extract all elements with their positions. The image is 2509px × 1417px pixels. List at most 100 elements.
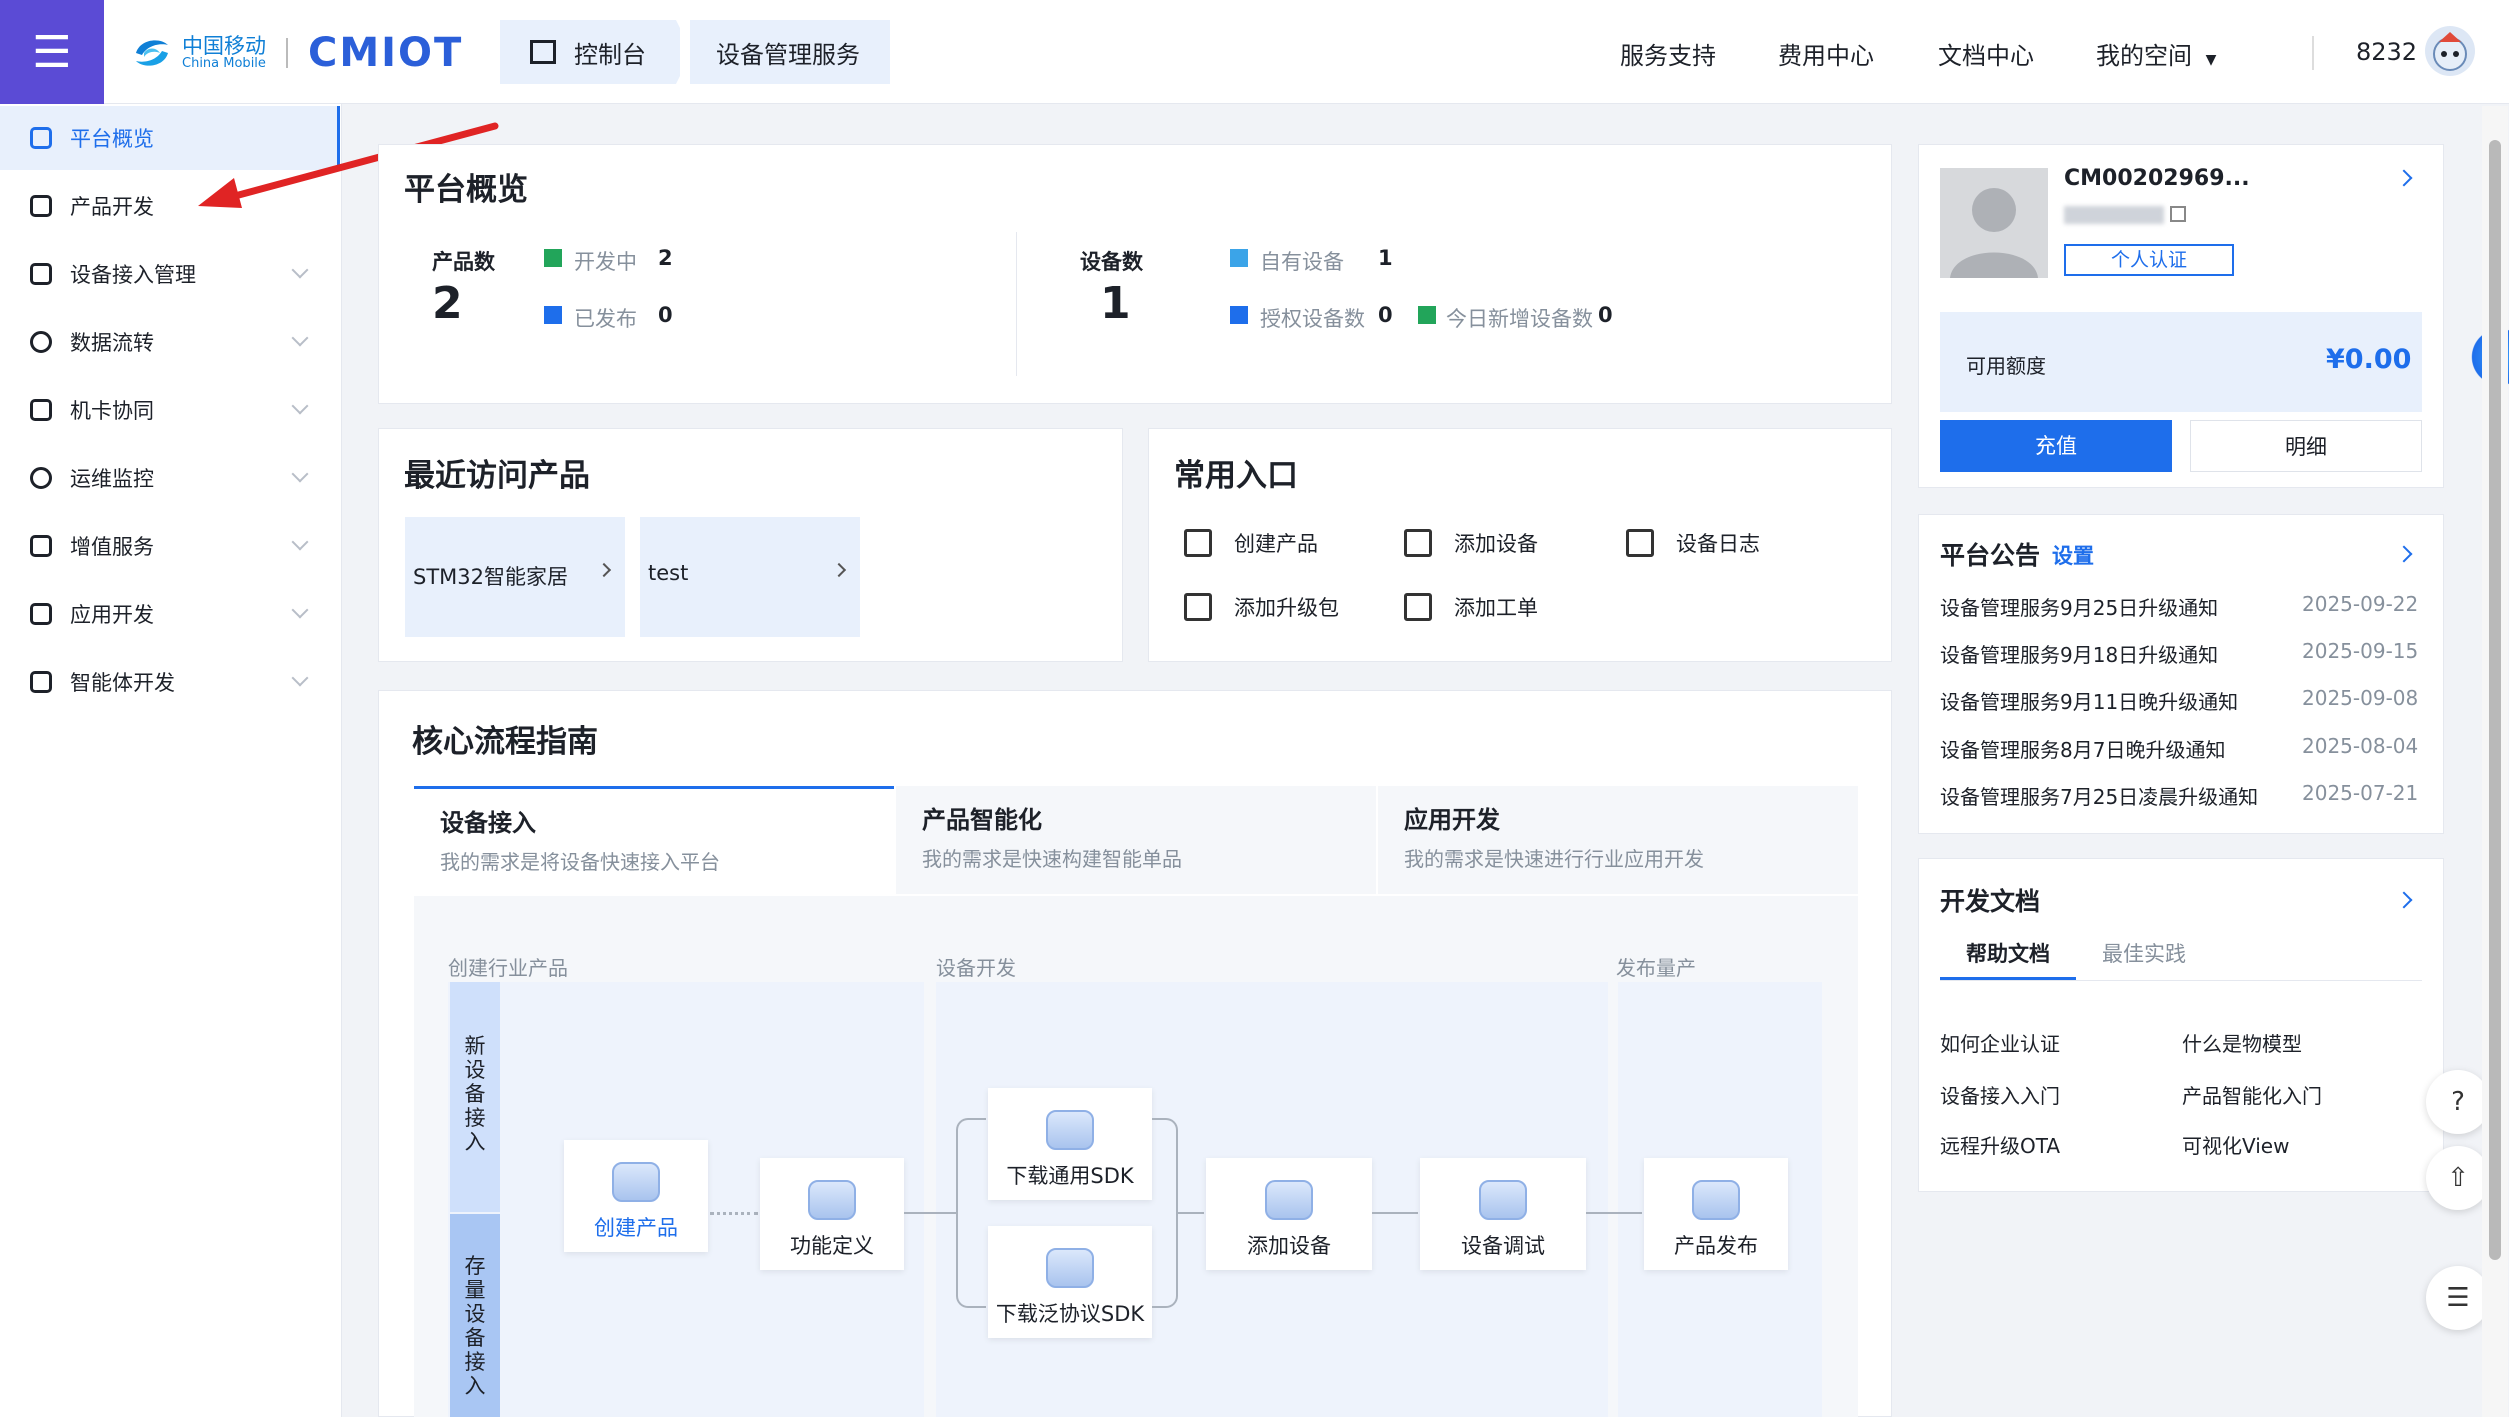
sidebar-item-label: 平台概览: [70, 127, 154, 151]
today-device-icon: [1418, 306, 1436, 324]
flow-arrow: [904, 1212, 956, 1214]
doc-link[interactable]: 远程升级OTA: [1940, 1130, 2060, 1159]
user-avatar[interactable]: [2425, 26, 2475, 76]
breadcrumb-device-service-label: 设备管理服务: [716, 40, 860, 69]
notice-item[interactable]: 设备管理服务8月7日晚升级通知: [1940, 734, 2225, 763]
robot-avatar-icon: [2433, 32, 2467, 71]
send-icon: [30, 535, 52, 557]
list-icon: ☰: [2446, 1283, 2470, 1313]
tab-title: 应用开发: [1404, 806, 1500, 834]
node-label: 添加设备: [1247, 1234, 1331, 1258]
flow-arrow: [1178, 1212, 1204, 1214]
published-count: 0: [658, 303, 673, 327]
sidebar-item-data-flow[interactable]: 数据流转: [0, 310, 340, 374]
chevron-right-icon: [596, 562, 612, 578]
copy-icon[interactable]: [2170, 206, 2186, 222]
sidebar-item-ops-monitor[interactable]: 运维监控: [0, 446, 340, 510]
nav-docs[interactable]: 文档中心: [1938, 36, 2034, 71]
tab-app-dev[interactable]: 应用开发我的需求是快速进行行业应用开发: [1378, 786, 1858, 894]
sidebar-item-app-dev[interactable]: 应用开发: [0, 582, 340, 646]
doc-link[interactable]: 设备接入入门: [1940, 1080, 2060, 1109]
verify-button[interactable]: 个人认证: [2064, 244, 2234, 276]
auth-device-icon: [1230, 306, 1248, 324]
doc-link[interactable]: 产品智能化入门: [2182, 1080, 2322, 1109]
nav-service-support[interactable]: 服务支持: [1620, 36, 1716, 71]
scrollbar[interactable]: [2482, 106, 2508, 1417]
menu-icon[interactable]: ☰: [0, 0, 104, 104]
entry-add-device[interactable]: 添加设备: [1404, 528, 1538, 558]
breadcrumb-console-label: 控制台: [574, 40, 646, 69]
user-silhouette-icon: [1950, 188, 2038, 278]
entry-add-ticket[interactable]: 添加工单: [1404, 592, 1538, 622]
published-icon: [544, 306, 562, 324]
doc-link[interactable]: 可视化View: [2182, 1130, 2289, 1159]
chevron-down-icon: [291, 601, 309, 619]
detail-button[interactable]: 明细: [2190, 420, 2422, 472]
sdk-icon: [1046, 1110, 1094, 1150]
brand-logo[interactable]: 中国移动 China Mobile CMIOT: [130, 28, 463, 78]
nav-my-space-label: 我的空间: [2096, 42, 2192, 70]
up-arrow-icon: ⇧: [2447, 1163, 2469, 1193]
notice-item[interactable]: 设备管理服务9月11日晚升级通知: [1940, 686, 2238, 715]
tab-device-access[interactable]: 设备接入我的需求是将设备快速接入平台: [414, 786, 894, 894]
help-button[interactable]: ?: [2426, 1070, 2490, 1134]
product-count: 2: [432, 278, 463, 329]
overview-divider: [1016, 232, 1017, 376]
tab-sub: 我的需求是快速进行行业应用开发: [1404, 847, 1704, 871]
tab-title: 产品智能化: [922, 806, 1042, 834]
own-device-label: 自有设备: [1260, 250, 1344, 274]
sidebar-item-value-added[interactable]: 增值服务: [0, 514, 340, 578]
clipboard-icon: [1404, 593, 1432, 621]
recent-products-title: 最近访问产品: [404, 458, 590, 494]
docs-tab-help[interactable]: 帮助文档: [1940, 938, 2076, 980]
scrollbar-thumb[interactable]: [2489, 140, 2501, 1260]
feedback-button[interactable]: ☰: [2426, 1266, 2490, 1330]
recent-product-item[interactable]: STM32智能家居: [405, 517, 625, 637]
back-top-button[interactable]: ⇧: [2426, 1146, 2490, 1210]
node-device-debug[interactable]: 设备调试: [1420, 1158, 1586, 1270]
nav-my-space[interactable]: 我的空间 ▼: [2096, 36, 2216, 71]
doc-link[interactable]: 如何企业认证: [1940, 1028, 2060, 1057]
tab-product-smart[interactable]: 产品智能化 我的需求是快速构建智能单品: [896, 786, 1376, 894]
node-add-device[interactable]: 添加设备: [1206, 1158, 1372, 1270]
node-product-release[interactable]: 产品发布: [1644, 1158, 1788, 1270]
recent-product-item[interactable]: test: [640, 517, 860, 637]
device-add-icon: [1404, 529, 1432, 557]
app-icon: [30, 603, 52, 625]
tab-title: 设备接入: [440, 809, 536, 837]
recharge-button[interactable]: 充值: [1940, 420, 2172, 472]
node-create-product[interactable]: 创建产品: [564, 1140, 708, 1252]
sidebar-item-label: 应用开发: [70, 603, 154, 627]
chevron-down-icon: [291, 465, 309, 483]
notice-item[interactable]: 设备管理服务9月25日升级通知: [1940, 592, 2218, 621]
account-avatar: [1940, 168, 2048, 278]
breadcrumb-device-service[interactable]: 设备管理服务: [690, 20, 890, 84]
node-label: 创建产品: [594, 1216, 678, 1240]
breadcrumb-console[interactable]: 控制台: [500, 20, 680, 84]
notice-title: 平台公告: [1940, 541, 2041, 570]
doc-link[interactable]: 什么是物模型: [2182, 1028, 2302, 1057]
node-download-sdk[interactable]: 下载通用SDK: [988, 1088, 1152, 1200]
chevron-down-icon: [291, 397, 309, 415]
entry-add-upgrade-pkg[interactable]: 添加升级包: [1184, 592, 1339, 622]
sidebar-item-agent-dev[interactable]: 智能体开发: [0, 650, 340, 714]
node-download-generic-sdk[interactable]: 下载泛协议SDK: [988, 1226, 1152, 1338]
node-function-define[interactable]: 功能定义: [760, 1158, 904, 1270]
flow-arrow: [710, 1212, 758, 1215]
entry-device-log[interactable]: 设备日志: [1626, 528, 1760, 558]
device-count-label: 设备数: [1080, 250, 1143, 274]
notice-item[interactable]: 设备管理服务9月18日升级通知: [1940, 639, 2218, 668]
user-id: 8232: [2356, 38, 2418, 66]
logo-divider: [286, 38, 288, 68]
sidebar-item-device-access[interactable]: 设备接入管理: [0, 242, 340, 306]
docs-tab-practice[interactable]: 最佳实践: [2102, 938, 2186, 968]
hexagon-icon: [30, 127, 52, 149]
auth-device-count: 0: [1378, 303, 1393, 327]
entry-create-product[interactable]: 创建产品: [1184, 528, 1318, 558]
stage-release: 发布量产: [1616, 956, 1696, 980]
sidebar-item-card-collab[interactable]: 机卡协同: [0, 378, 340, 442]
tab-sub: 我的需求是将设备快速接入平台: [440, 850, 720, 874]
notice-item[interactable]: 设备管理服务7月25日凌晨升级通知: [1940, 781, 2258, 810]
notice-settings-link[interactable]: 设置: [2052, 540, 2094, 570]
nav-billing[interactable]: 费用中心: [1778, 36, 1874, 71]
